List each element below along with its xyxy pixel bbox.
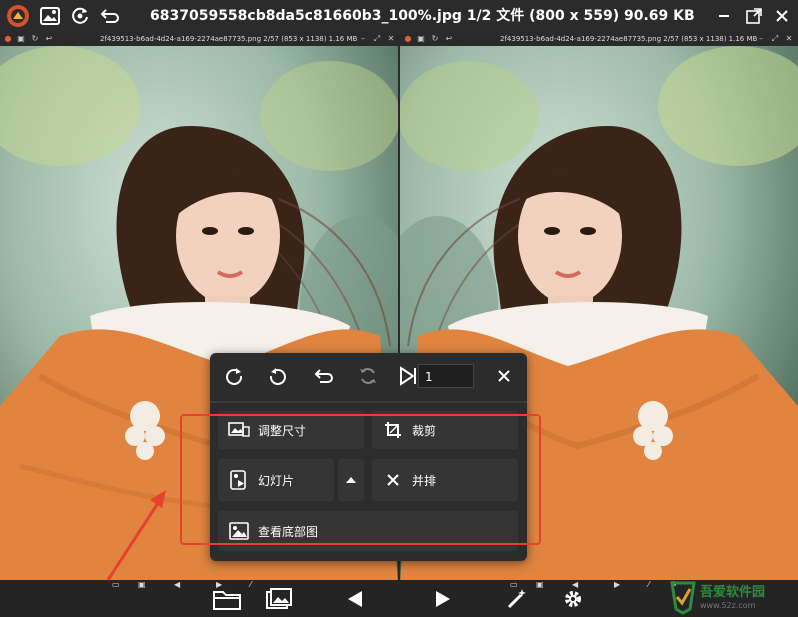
return-icon <box>314 369 333 383</box>
refresh-image-icon[interactable]: ↻ <box>30 34 40 44</box>
site-watermark: 吾爱软件园 www.52z.com <box>668 577 796 617</box>
app-logo-icon[interactable]: ● <box>3 34 13 44</box>
page-number-input[interactable]: 1 <box>418 364 474 388</box>
triangle-right-icon[interactable]: ▶ <box>216 580 222 589</box>
close-icon <box>498 370 510 382</box>
triangle-right-icon <box>436 591 450 607</box>
maximize-icon[interactable]: ⤢ <box>770 34 780 44</box>
right-panel-filename: 2f439513-b6ad-4d24-a169-2274ae87735.png … <box>500 35 758 43</box>
magic-wand-icon[interactable]: ⁄ <box>648 580 649 589</box>
image-gallery-icon[interactable]: ▣ <box>416 34 426 44</box>
magic-wand-icon[interactable]: ⁄ <box>250 580 251 589</box>
highlight-box <box>180 414 541 545</box>
minimize-icon[interactable]: – <box>358 34 368 44</box>
folder-icon <box>213 591 241 610</box>
popup-top-toolbar: 1 <box>210 353 527 399</box>
skip-to-icon <box>400 366 416 386</box>
triangle-left-icon[interactable]: ◀ <box>572 580 578 589</box>
left-panel-bar: ● ▣ ↻ ↩ 2f439513-b6ad-4d24-a169-2274ae87… <box>0 32 398 46</box>
close-popup-button[interactable] <box>486 359 522 393</box>
next-button[interactable] <box>426 583 460 615</box>
app-logo-icon[interactable] <box>2 0 34 32</box>
image-gallery-icon[interactable]: ▣ <box>16 34 26 44</box>
undo-button[interactable] <box>306 359 342 393</box>
left-panel-mini-toolbar: ▭ ▣ ◀ ▶ ⁄ <box>112 580 302 591</box>
left-panel-filename: 2f439513-b6ad-4d24-a169-2274ae87735.png … <box>100 35 358 43</box>
watermark-url: www.52z.com <box>700 601 756 610</box>
close-icon[interactable]: ✕ <box>386 34 396 44</box>
refresh-image-icon[interactable]: ↻ <box>430 34 440 44</box>
close-icon[interactable]: ✕ <box>784 34 794 44</box>
triangle-right-icon[interactable]: ▶ <box>614 580 620 589</box>
right-panel-bar: ● ▣ ↻ ↩ 2f439513-b6ad-4d24-a169-2274ae87… <box>400 32 798 46</box>
image-stack-icon[interactable]: ▣ <box>536 580 544 589</box>
return-icon[interactable]: ↩ <box>444 34 454 44</box>
image-stack-icon[interactable]: ▣ <box>138 580 146 589</box>
minimize-icon[interactable] <box>708 0 740 32</box>
rotate-counterclockwise-button[interactable] <box>260 359 296 393</box>
refresh-image-icon[interactable] <box>64 0 96 32</box>
refresh-button[interactable] <box>350 359 386 393</box>
window-title: 6837059558cb8da5c81660b3_100%.jpg 1/2 文件… <box>150 8 695 24</box>
minimize-icon[interactable]: – <box>756 34 766 44</box>
popup-separator <box>210 401 527 403</box>
watermark-logo-icon <box>670 581 696 615</box>
close-icon[interactable] <box>766 0 798 32</box>
return-icon[interactable]: ↩ <box>44 34 54 44</box>
rotate-counterclockwise-icon <box>269 368 286 385</box>
return-icon[interactable] <box>94 0 126 32</box>
gear-icon <box>565 591 581 607</box>
folder-icon[interactable]: ▭ <box>112 580 120 589</box>
rotate-clockwise-button[interactable] <box>216 359 252 393</box>
title-bar: 6837059558cb8da5c81660b3_100%.jpg 1/2 文件… <box>0 0 798 32</box>
triangle-left-icon[interactable]: ◀ <box>174 580 180 589</box>
maximize-icon[interactable]: ⤢ <box>372 34 382 44</box>
watermark-text: 吾爱软件园 <box>700 585 766 600</box>
rotate-clockwise-icon <box>226 368 243 385</box>
previous-button[interactable] <box>338 583 372 615</box>
refresh-icon <box>360 368 376 384</box>
image-gallery-icon[interactable] <box>34 0 66 32</box>
triangle-left-icon <box>348 591 362 607</box>
folder-icon[interactable]: ▭ <box>510 580 518 589</box>
app-logo-icon[interactable]: ● <box>403 34 413 44</box>
